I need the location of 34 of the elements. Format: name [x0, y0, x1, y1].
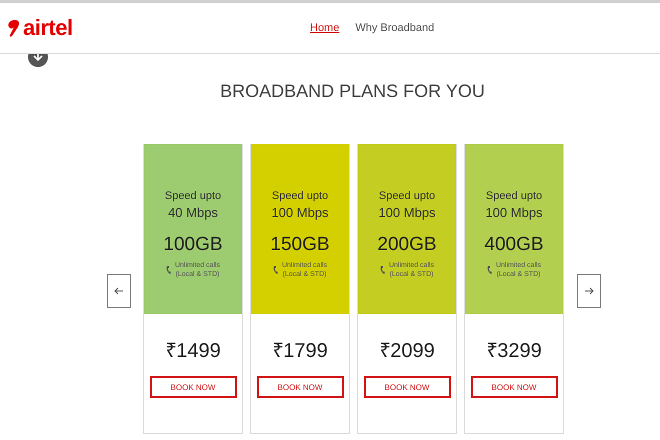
book-now-button[interactable]: BOOK NOW: [364, 376, 450, 398]
speed-value: 100 Mbps: [377, 205, 437, 220]
nav-link[interactable]: Home: [310, 22, 340, 34]
plan-price: ₹2099: [378, 339, 436, 363]
left-arrow-icon: [114, 287, 124, 295]
next-button[interactable]: [577, 274, 601, 308]
previous-button[interactable]: [107, 274, 131, 308]
plan-price: ₹3299: [485, 339, 543, 363]
phone-icon: [166, 265, 172, 275]
book-now-button[interactable]: BOOK NOW: [150, 376, 236, 398]
speed-label: Speed upto: [378, 190, 436, 202]
logo-icon: [6, 19, 20, 37]
speed-label: Speed upto: [270, 190, 330, 202]
section-title: BROADBAND PLANS FOR YOU: [219, 81, 486, 102]
speed-label: Speed upto: [484, 190, 544, 202]
data-amount: 200GB: [376, 234, 438, 256]
phone-icon: [486, 265, 493, 275]
book-now-button[interactable]: BOOK NOW: [256, 376, 344, 398]
phone-icon: [380, 265, 386, 275]
scroll-down-icon[interactable]: [28, 54, 48, 67]
speed-label: Speed upto: [164, 190, 222, 202]
data-amount: 400GB: [483, 234, 545, 256]
plan-price: ₹1499: [164, 339, 222, 363]
data-amount: 150GB: [269, 234, 331, 256]
speed-value: 100 Mbps: [270, 205, 330, 220]
nav-link[interactable]: Why Broadband: [355, 22, 434, 34]
phone-icon: [272, 265, 279, 275]
logo-text: airtel: [23, 15, 73, 41]
data-amount: 100GB: [162, 234, 224, 256]
speed-value: 100 Mbps: [484, 205, 544, 220]
book-now-button[interactable]: BOOK NOW: [470, 376, 558, 398]
plan-price: ₹1799: [271, 339, 329, 363]
speed-value: 40 Mbps: [167, 205, 219, 220]
right-arrow-icon: [584, 287, 594, 295]
